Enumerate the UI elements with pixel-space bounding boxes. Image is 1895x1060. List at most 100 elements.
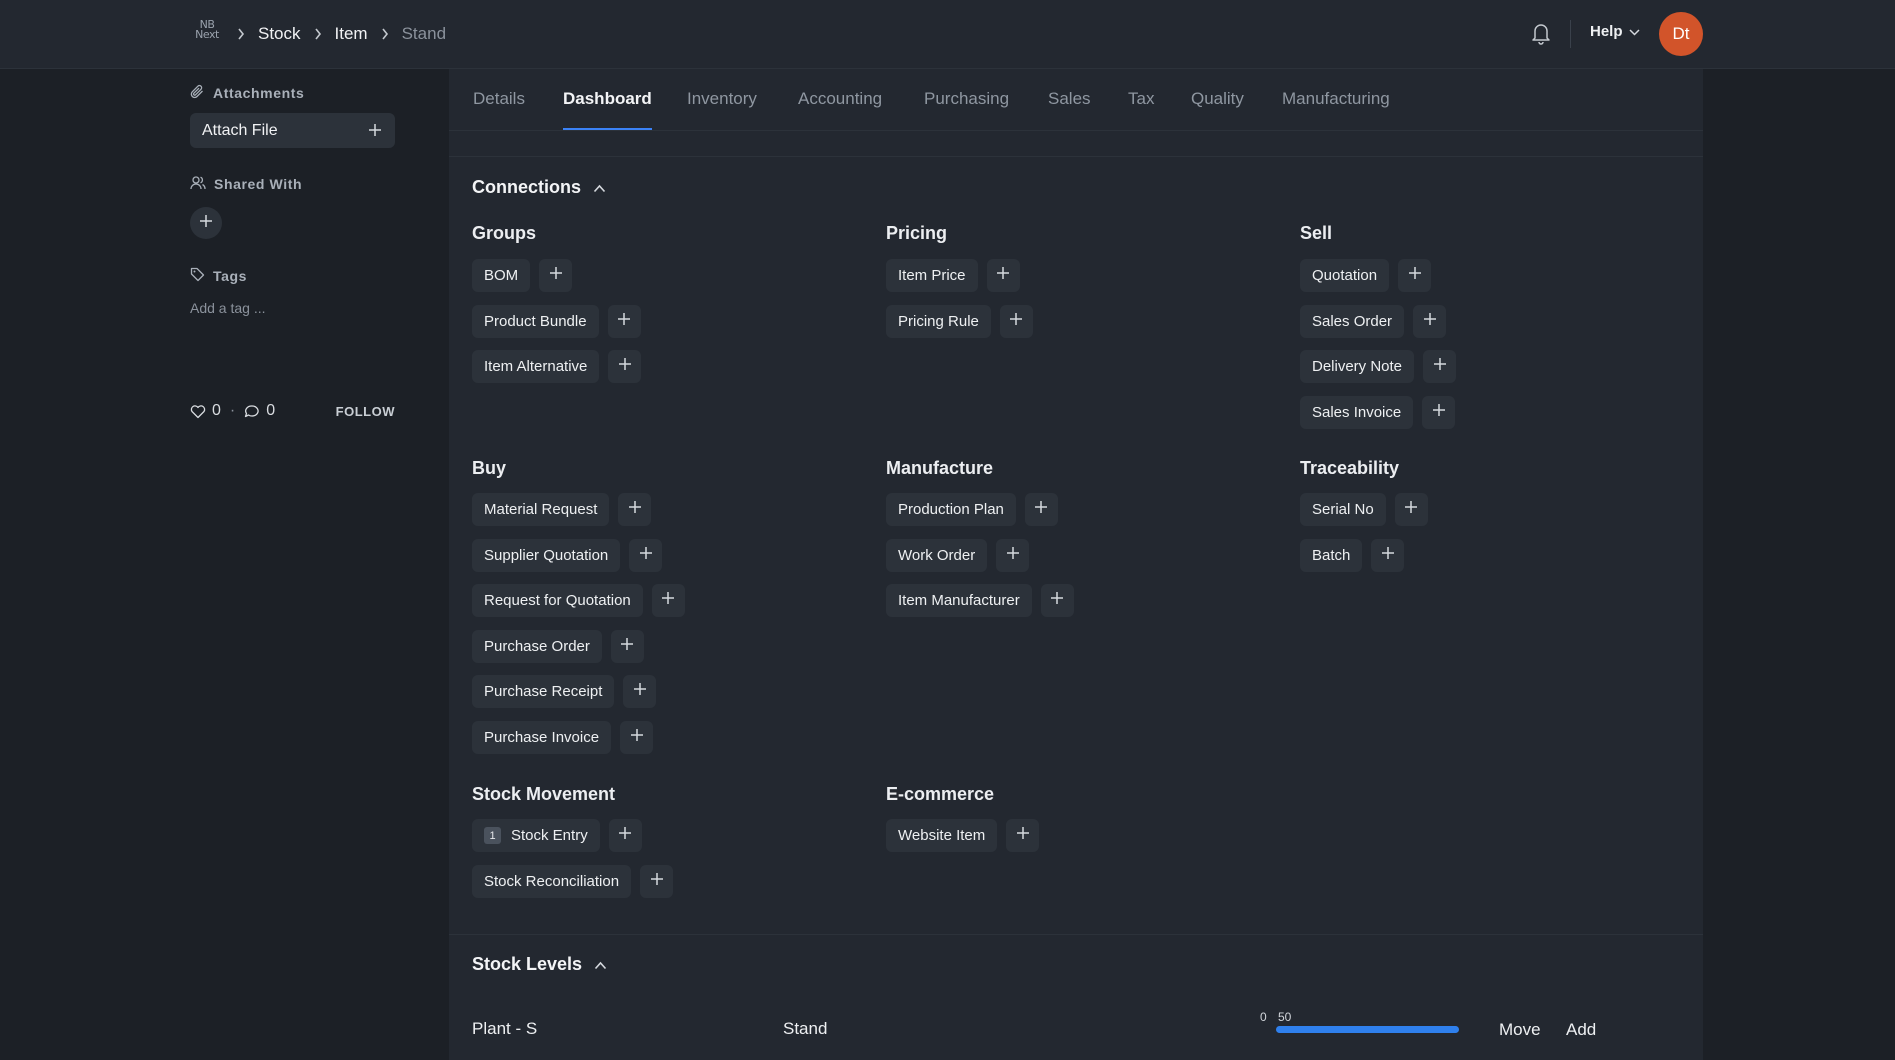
add-work-order-button[interactable]	[996, 539, 1030, 572]
connection-quotation[interactable]: Quotation	[1300, 259, 1390, 292]
add-purchase-invoice-button[interactable]	[620, 721, 654, 754]
connection-row: Purchase Order	[472, 630, 644, 663]
connection-row: Sales Invoice	[1300, 396, 1456, 429]
add-production-plan-button[interactable]	[1024, 493, 1058, 526]
stock-warehouse[interactable]: Plant - S	[472, 1019, 537, 1039]
add-pricing-rule-button[interactable]	[999, 305, 1033, 338]
tab-dashboard[interactable]: Dashboard	[563, 89, 652, 109]
connection-bom[interactable]: BOM	[472, 259, 531, 292]
add-supplier-quotation-button[interactable]	[629, 539, 663, 572]
add-batch-button[interactable]	[1371, 539, 1405, 572]
tags-label: Tags	[213, 268, 248, 284]
add-purchase-order-button[interactable]	[610, 630, 644, 663]
add-item-alternative-button[interactable]	[608, 350, 642, 383]
tab-purchasing[interactable]: Purchasing	[924, 89, 1009, 109]
plus-icon	[1404, 500, 1418, 519]
connection-label: Purchase Invoice	[484, 729, 600, 746]
add-quotation-button[interactable]	[1398, 259, 1432, 292]
connection-supplier-quotation[interactable]: Supplier Quotation	[472, 539, 621, 572]
breadcrumb-current: Stand	[401, 24, 447, 43]
connection-stock-reconciliation[interactable]: Stock Reconciliation	[472, 865, 632, 898]
connection-product-bundle[interactable]: Product Bundle	[472, 305, 599, 338]
follow-button[interactable]: FOLLOW	[336, 404, 395, 419]
plus-icon	[618, 826, 632, 845]
add-stock-reconciliation-button[interactable]	[640, 865, 674, 898]
help-dropdown[interactable]: Help	[1590, 23, 1640, 40]
add-material-request-button[interactable]	[618, 493, 652, 526]
connection-purchase-receipt[interactable]: Purchase Receipt	[472, 675, 615, 708]
add-sales-invoice-button[interactable]	[1422, 396, 1456, 429]
tab-details[interactable]: Details	[473, 89, 525, 109]
add-tag-input[interactable]: Add a tag ...	[190, 300, 266, 316]
connection-batch[interactable]: Batch	[1300, 539, 1363, 572]
attach-file-label: Attach File	[202, 121, 278, 139]
tab-sales[interactable]: Sales	[1048, 89, 1091, 109]
tab-inventory[interactable]: Inventory	[687, 89, 757, 109]
add-product-bundle-button[interactable]	[607, 305, 641, 338]
add-item-price-button[interactable]	[986, 259, 1020, 292]
connection-item-manufacturer[interactable]: Item Manufacturer	[886, 584, 1032, 617]
top-navbar: NB Next Stock Item Stand Help Dt	[0, 0, 1895, 69]
connection-row: Quotation	[1300, 259, 1432, 292]
add-share-button[interactable]	[190, 207, 222, 239]
stock-levels-section-toggle[interactable]: Stock Levels	[472, 954, 607, 975]
tab-quality[interactable]: Quality	[1191, 89, 1244, 109]
add-stock-button[interactable]: Add	[1556, 1015, 1606, 1045]
plus-icon	[996, 266, 1010, 285]
connection-sales-order[interactable]: Sales Order	[1300, 305, 1405, 338]
tab-manufacturing[interactable]: Manufacturing	[1282, 89, 1390, 109]
likes-count: 0	[212, 402, 221, 419]
heart-icon[interactable]	[190, 404, 206, 419]
app-logo[interactable]: NB Next	[190, 19, 224, 48]
connection-row: Item Price	[886, 259, 1020, 292]
user-avatar[interactable]: Dt	[1659, 12, 1703, 56]
connection-row: Material Request	[472, 493, 652, 526]
plus-icon	[1423, 312, 1437, 331]
connection-material-request[interactable]: Material Request	[472, 493, 610, 526]
connection-purchase-order[interactable]: Purchase Order	[472, 630, 602, 663]
shared-with-heading: Shared With	[190, 175, 302, 193]
notifications-bell-icon[interactable]	[1530, 21, 1552, 45]
tab-accounting[interactable]: Accounting	[798, 89, 882, 109]
breadcrumb-stock[interactable]: Stock	[258, 24, 301, 44]
connection-item-price[interactable]: Item Price	[886, 259, 978, 292]
add-delivery-note-button[interactable]	[1423, 350, 1457, 383]
attach-file-button[interactable]: Attach File	[190, 113, 395, 148]
connection-pricing-rule[interactable]: Pricing Rule	[886, 305, 991, 338]
add-stock-entry-button[interactable]	[608, 819, 642, 852]
tags-heading: Tags	[190, 267, 247, 285]
connection-production-plan[interactable]: Production Plan	[886, 493, 1016, 526]
stock-level-row: Plant - S Stand 0 50 Move Add	[472, 1010, 1680, 1050]
add-purchase-receipt-button[interactable]	[623, 675, 657, 708]
connection-label: Sales Order	[1312, 313, 1393, 330]
move-stock-button[interactable]: Move	[1489, 1015, 1551, 1045]
plus-icon	[1034, 500, 1048, 519]
connection-delivery-note[interactable]: Delivery Note	[1300, 350, 1415, 383]
connection-request-for-quotation[interactable]: Request for Quotation	[472, 584, 643, 617]
chevron-right-icon	[380, 28, 390, 40]
stock-bar-min-label: 0	[1260, 1010, 1267, 1024]
add-request-for-quotation-button[interactable]	[651, 584, 685, 617]
connection-row: Purchase Invoice	[472, 721, 654, 754]
add-serial-no-button[interactable]	[1394, 493, 1428, 526]
connection-work-order[interactable]: Work Order	[886, 539, 988, 572]
connection-label: Material Request	[484, 501, 598, 518]
connection-label: Purchase Receipt	[484, 683, 603, 700]
connection-stock-entry[interactable]: 1 Stock Entry	[472, 819, 600, 852]
connection-label: Supplier Quotation	[484, 547, 609, 564]
plus-icon	[1432, 403, 1446, 422]
add-sales-order-button[interactable]	[1413, 305, 1447, 338]
add-website-item-button[interactable]	[1006, 819, 1040, 852]
connection-item-alternative[interactable]: Item Alternative	[472, 350, 600, 383]
plus-icon	[639, 546, 653, 565]
connection-serial-no[interactable]: Serial No	[1300, 493, 1386, 526]
connection-website-item[interactable]: Website Item	[886, 819, 998, 852]
breadcrumb-item[interactable]: Item	[335, 24, 368, 44]
add-bom-button[interactable]	[539, 259, 573, 292]
connections-section-toggle[interactable]: Connections	[472, 177, 606, 198]
tab-tax[interactable]: Tax	[1128, 89, 1154, 109]
connection-sales-invoice[interactable]: Sales Invoice	[1300, 396, 1414, 429]
connection-purchase-invoice[interactable]: Purchase Invoice	[472, 721, 612, 754]
add-item-manufacturer-button[interactable]	[1040, 584, 1074, 617]
plus-icon	[1381, 546, 1395, 565]
